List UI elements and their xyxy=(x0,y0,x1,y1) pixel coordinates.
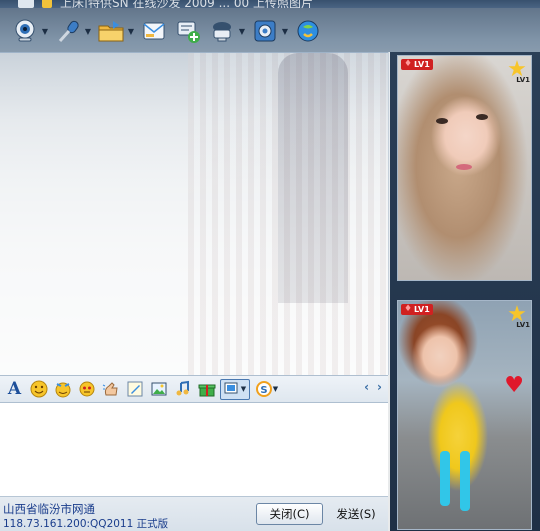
star-level: LV1 xyxy=(516,321,530,329)
chevron-down-icon: ▼ xyxy=(272,385,279,393)
gift-button[interactable] xyxy=(196,379,217,400)
webcam-icon xyxy=(10,16,40,46)
star-icon xyxy=(42,0,52,8)
chevron-down-icon[interactable]: ▼ xyxy=(84,27,92,36)
nav-next-button[interactable]: › xyxy=(377,380,382,394)
qq-icon xyxy=(293,16,323,46)
bottom-bar: 山西省临汾市网通 118.73.161.200:QQ2011 正式版 关闭(C)… xyxy=(0,496,388,531)
face-effect-button[interactable] xyxy=(76,379,97,400)
remote-icon xyxy=(207,16,237,46)
ip-version-text: 118.73.161.200:QQ2011 正式版 xyxy=(3,518,169,530)
lips xyxy=(456,164,472,170)
folder-icon xyxy=(96,16,126,46)
chevron-down-icon[interactable]: ▼ xyxy=(281,27,289,36)
gear-icon xyxy=(250,16,280,46)
image-button[interactable] xyxy=(148,379,169,400)
smile-icon xyxy=(30,380,47,398)
window-title: 上床|特供SN 在线沙发 2009 ... 00 上传照图片 xyxy=(60,0,313,8)
eye xyxy=(476,114,488,120)
magic-face-icon xyxy=(55,382,70,398)
payment-button[interactable]: S ▼ xyxy=(253,379,281,400)
remote-video[interactable]: LV1 ★ LV1 xyxy=(397,55,532,281)
add-discussion-icon xyxy=(173,16,203,46)
envelope-icon xyxy=(139,16,169,46)
music-icon xyxy=(176,380,189,396)
leg xyxy=(460,451,470,511)
apps-button[interactable]: ▼ xyxy=(250,14,289,48)
microphone-icon xyxy=(53,16,83,46)
handwriting-button[interactable] xyxy=(124,379,145,400)
handwriting-icon xyxy=(127,381,142,397)
screenshot-icon xyxy=(224,382,238,394)
create-group-button[interactable] xyxy=(173,14,203,48)
eye xyxy=(436,118,448,124)
chevron-down-icon[interactable]: ▼ xyxy=(41,27,49,36)
music-button[interactable] xyxy=(172,379,193,400)
svg-text:S: S xyxy=(260,385,267,396)
title-bar: 上床|特供SN 在线沙发 2009 ... 00 上传照图片 xyxy=(0,0,540,8)
screenshot-button[interactable]: ▼ xyxy=(220,378,250,400)
payment-icon: S xyxy=(255,381,272,397)
close-button[interactable]: 关闭(C) xyxy=(256,503,323,525)
main-toolbar: ▼ ▼ ▼ ▼ ▼ xyxy=(0,10,380,52)
location-text: 山西省临汾市网通 xyxy=(3,502,95,516)
image-icon xyxy=(151,382,166,396)
chevron-down-icon: ▼ xyxy=(240,385,247,393)
heart-icon: ♥ xyxy=(504,373,524,398)
chevron-down-icon[interactable]: ▼ xyxy=(238,27,246,36)
shake-window-button[interactable] xyxy=(100,379,121,400)
send-sms-button[interactable] xyxy=(139,14,169,48)
font-button[interactable]: A xyxy=(4,379,25,400)
video-call-button[interactable]: ▼ xyxy=(10,14,49,48)
remote-assist-button[interactable]: ▼ xyxy=(207,14,246,48)
face-effect-icon xyxy=(79,381,94,397)
chat-window: 上床|特供SN 在线沙发 2009 ... 00 上传照图片 ▼ ▼ ▼ ▼ ▼… xyxy=(0,0,540,531)
toolbar-nav: ‹ › xyxy=(364,380,382,394)
message-input[interactable] xyxy=(0,403,388,496)
leg xyxy=(440,451,450,506)
window-icon xyxy=(18,0,34,8)
qq-music-button[interactable] xyxy=(293,14,323,48)
level-badge: LV1 xyxy=(401,304,433,315)
background-figure xyxy=(278,53,348,303)
level-badge: LV1 xyxy=(401,59,433,70)
voice-call-button[interactable]: ▼ xyxy=(53,14,92,48)
video-panel: LV1 ★ LV1 LV1 ★ LV1 ♥ xyxy=(390,52,540,531)
magic-face-button[interactable] xyxy=(52,379,73,400)
shake-window-icon xyxy=(102,382,118,396)
send-file-button[interactable]: ▼ xyxy=(96,14,135,48)
star-level: LV1 xyxy=(516,76,530,84)
font-icon: A xyxy=(7,379,22,399)
local-video[interactable]: LV1 ★ LV1 ♥ xyxy=(397,300,532,530)
chevron-down-icon[interactable]: ▼ xyxy=(127,27,135,36)
send-button[interactable]: 发送(S) xyxy=(328,503,384,525)
gift-icon xyxy=(198,384,215,397)
chat-history[interactable] xyxy=(0,52,388,376)
format-toolbar: A ▼ S ▼ ‹ › xyxy=(0,375,388,403)
nav-prev-button[interactable]: ‹ xyxy=(364,380,369,394)
emoji-button[interactable] xyxy=(28,379,49,400)
